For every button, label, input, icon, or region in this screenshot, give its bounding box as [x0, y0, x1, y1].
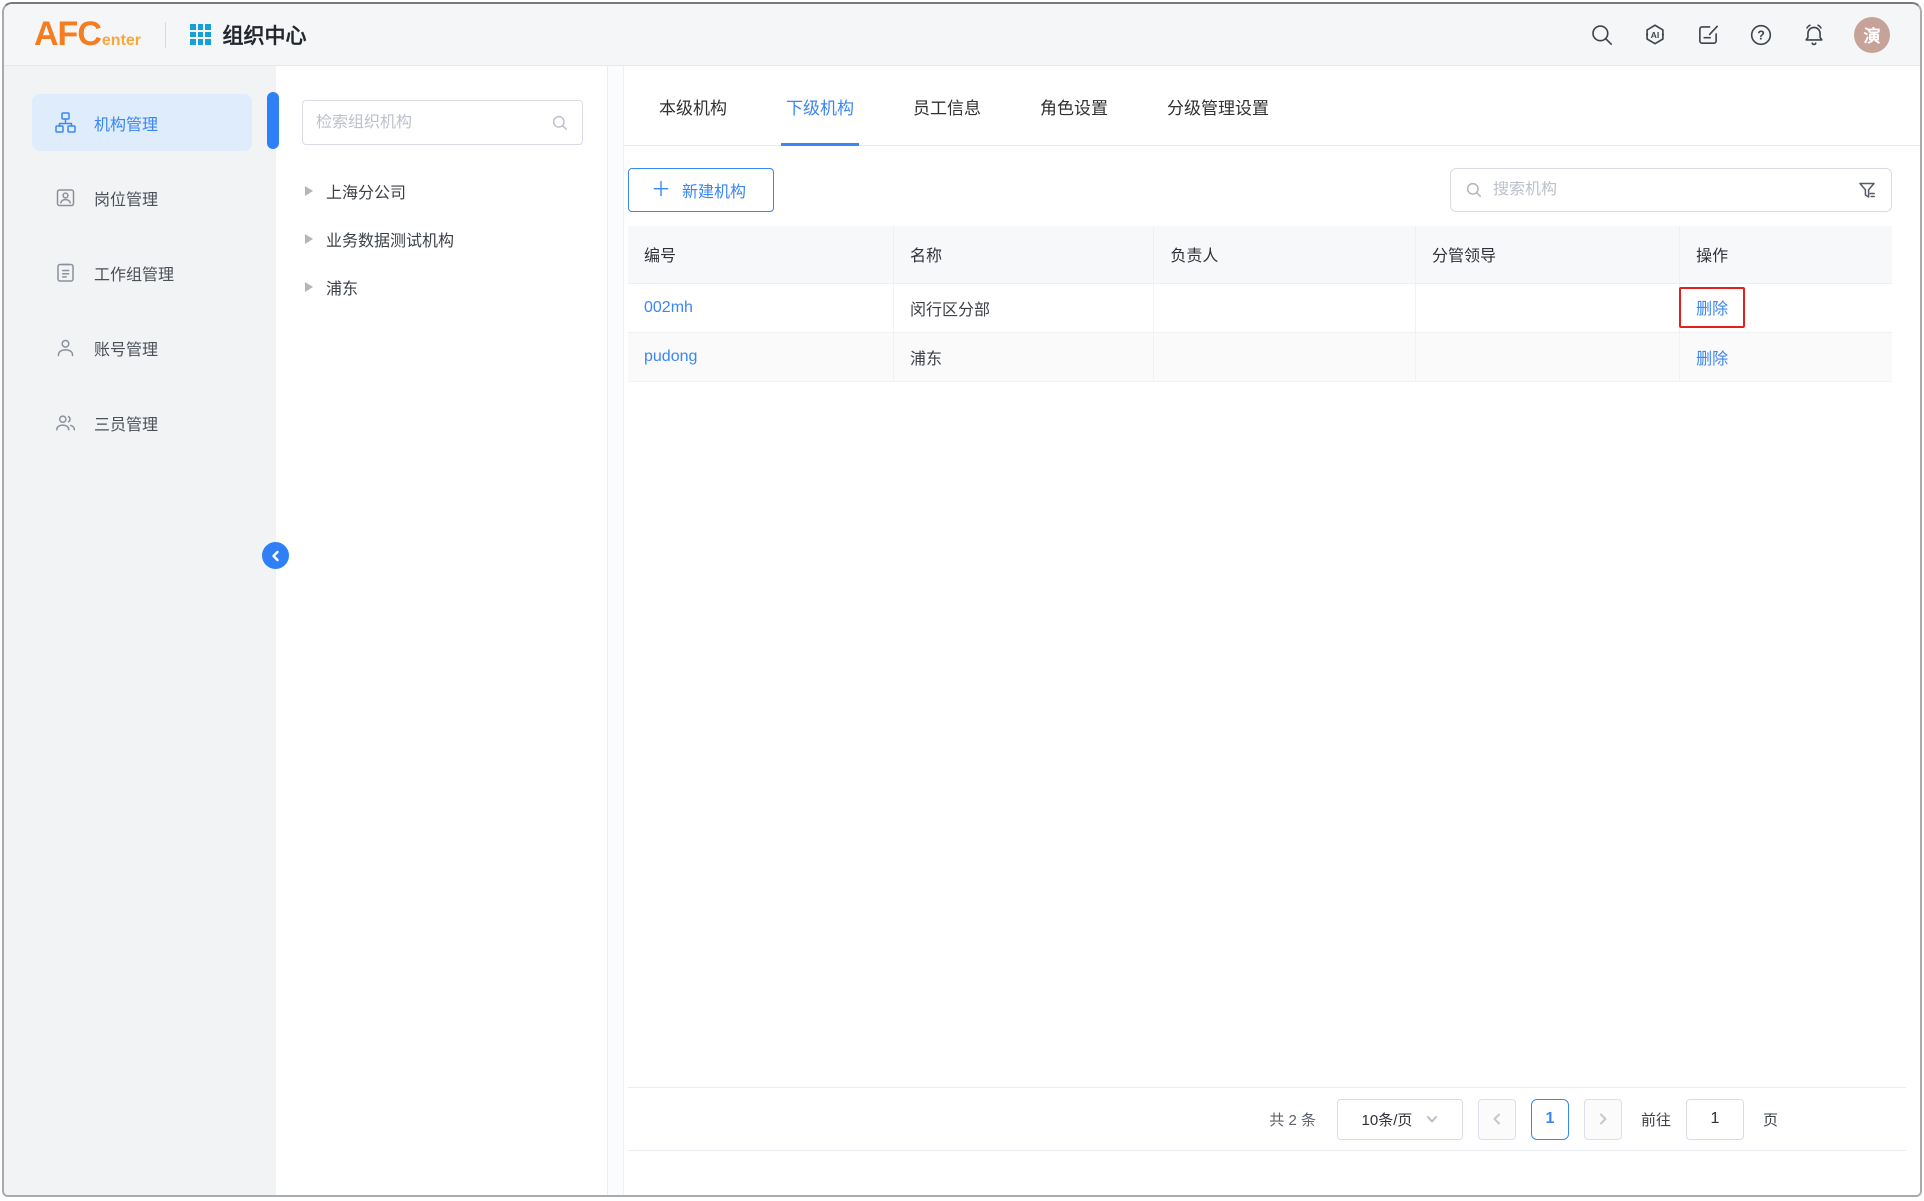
tree-search-box — [302, 100, 583, 145]
sidebar-nav: 机构管理 岗位管理 工作组管理 账号管理 — [4, 66, 276, 1195]
users-icon — [54, 411, 77, 434]
plus-icon: ＋ — [651, 180, 671, 200]
user-avatar[interactable]: 演 — [1854, 17, 1890, 53]
sidebar-item-label: 账号管理 — [94, 336, 158, 360]
prev-page-button[interactable] — [1478, 1099, 1516, 1140]
svg-text:?: ? — [1757, 28, 1765, 42]
toolbar: ＋ 新建机构 — [628, 168, 1892, 212]
notification-bell-icon[interactable] — [1801, 22, 1827, 48]
chevron-right-icon — [1597, 1113, 1609, 1125]
bottom-padding — [624, 1151, 1920, 1195]
goto-page-input[interactable] — [1686, 1099, 1744, 1140]
collapse-panel-button[interactable] — [262, 542, 289, 569]
logo-text-sub: enter — [102, 32, 141, 50]
table-row: pudong 浦东 删除 — [628, 332, 1892, 381]
create-org-button[interactable]: ＋ 新建机构 — [628, 168, 774, 212]
panel-divider — [608, 66, 624, 1195]
feedback-edit-icon[interactable] — [1695, 22, 1721, 48]
org-name-cell: 闵行区分部 — [893, 283, 1153, 332]
org-name-cell: 浦东 — [893, 332, 1153, 381]
search-icon — [551, 114, 569, 132]
annotation-highlight-box: 删除 — [1679, 287, 1745, 328]
org-owner-cell — [1154, 283, 1416, 332]
top-header: AFCenter 组织中心 AI ? — [4, 4, 1920, 66]
svg-text:AI: AI — [1651, 29, 1660, 39]
ai-assistant-icon[interactable]: AI — [1642, 22, 1668, 48]
sidebar-item-label: 岗位管理 — [94, 186, 158, 210]
chevron-left-icon — [270, 550, 282, 562]
org-search-box — [1450, 168, 1892, 212]
goto-label: 前往 — [1641, 1109, 1671, 1130]
org-search-input[interactable] — [1493, 181, 1847, 199]
sidebar-item-label: 机构管理 — [94, 111, 158, 135]
page-title: 组织中心 — [223, 20, 307, 50]
badge-icon — [54, 186, 77, 209]
org-table-wrap: 编号 名称 负责人 分管领导 操作 002mh 闵行区分部 — [628, 226, 1892, 382]
sidebar-item-position-management[interactable]: 岗位管理 — [32, 169, 252, 226]
tab-bar: 本级机构 下级机构 员工信息 角色设置 分级管理设置 — [624, 66, 1920, 146]
table-header-row: 编号 名称 负责人 分管领导 操作 — [628, 226, 1892, 283]
table-row: 002mh 闵行区分部 删除 — [628, 283, 1892, 332]
caret-right-icon[interactable] — [305, 186, 313, 196]
sidebar-item-account-management[interactable]: 账号管理 — [32, 319, 252, 376]
main-content: 本级机构 下级机构 员工信息 角色设置 分级管理设置 ＋ 新建机构 — [624, 66, 1920, 1195]
page-size-select[interactable]: 10条/页 — [1337, 1099, 1463, 1140]
tab-current-org[interactable]: 本级机构 — [654, 66, 732, 146]
org-chart-icon — [54, 111, 77, 134]
sidebar-item-label: 工作组管理 — [94, 261, 174, 285]
sidebar-item-org-management[interactable]: 机构管理 — [32, 94, 252, 151]
pagination-total: 共 2 条 — [1269, 1109, 1316, 1130]
org-leader-cell — [1415, 283, 1679, 332]
col-header-code: 编号 — [628, 226, 893, 283]
current-page-button[interactable]: 1 — [1531, 1099, 1569, 1140]
app-title-group: 组织中心 — [190, 20, 307, 50]
caret-right-icon[interactable] — [305, 282, 313, 292]
body-row: 机构管理 岗位管理 工作组管理 账号管理 — [4, 66, 1920, 1195]
search-icon — [1465, 181, 1483, 199]
goto-unit-label: 页 — [1763, 1109, 1778, 1130]
sidebar-item-three-member-management[interactable]: 三员管理 — [32, 394, 252, 451]
search-icon[interactable] — [1589, 22, 1615, 48]
sidebar-item-workgroup-management[interactable]: 工作组管理 — [32, 244, 252, 301]
org-tree-panel: 上海分公司 业务数据测试机构 浦东 — [276, 66, 608, 1195]
org-tree: 上海分公司 业务数据测试机构 浦东 — [302, 167, 583, 311]
col-header-actions: 操作 — [1680, 226, 1892, 283]
pagination-bar: 共 2 条 10条/页 1 前往 页 — [628, 1087, 1906, 1151]
col-header-owner: 负责人 — [1154, 226, 1416, 283]
tree-node-shanghai-branch[interactable]: 上海分公司 — [302, 167, 583, 215]
tab-sub-org[interactable]: 下级机构 — [781, 66, 859, 146]
caret-right-icon[interactable] — [305, 234, 313, 244]
sidebar-item-label: 三员管理 — [94, 411, 158, 435]
filter-funnel-icon[interactable] — [1857, 180, 1877, 200]
grid-app-icon — [190, 24, 211, 45]
app-logo[interactable]: AFCenter — [34, 15, 141, 54]
org-table: 编号 名称 负责人 分管领导 操作 002mh 闵行区分部 — [628, 226, 1892, 382]
delete-link[interactable]: 删除 — [1696, 301, 1728, 318]
app-window: AFCenter 组织中心 AI ? — [2, 2, 1922, 1197]
chevron-down-icon — [1426, 1113, 1438, 1125]
org-code-link[interactable]: pudong — [644, 348, 697, 365]
next-page-button[interactable] — [1584, 1099, 1622, 1140]
delete-link[interactable]: 删除 — [1696, 351, 1728, 368]
col-header-name: 名称 — [893, 226, 1153, 283]
help-icon[interactable]: ? — [1748, 22, 1774, 48]
tree-node-business-data-test-org[interactable]: 业务数据测试机构 — [302, 215, 583, 263]
org-code-link[interactable]: 002mh — [644, 299, 693, 316]
tab-role-settings[interactable]: 角色设置 — [1035, 66, 1113, 146]
tree-search-input[interactable] — [316, 114, 543, 132]
active-section-indicator — [267, 92, 279, 149]
user-icon — [54, 336, 77, 359]
col-header-leader: 分管领导 — [1415, 226, 1679, 283]
clipboard-icon — [54, 261, 77, 284]
tab-employee-info[interactable]: 员工信息 — [908, 66, 986, 146]
org-leader-cell — [1415, 332, 1679, 381]
tab-hierarchy-settings[interactable]: 分级管理设置 — [1162, 66, 1274, 146]
logo-text-main: AFC — [34, 15, 101, 54]
chevron-left-icon — [1491, 1113, 1503, 1125]
tree-node-pudong[interactable]: 浦东 — [302, 263, 583, 311]
org-owner-cell — [1154, 332, 1416, 381]
header-divider — [165, 22, 166, 48]
content-spacer — [624, 382, 1920, 1088]
header-actions: AI ? 演 — [1589, 17, 1890, 53]
